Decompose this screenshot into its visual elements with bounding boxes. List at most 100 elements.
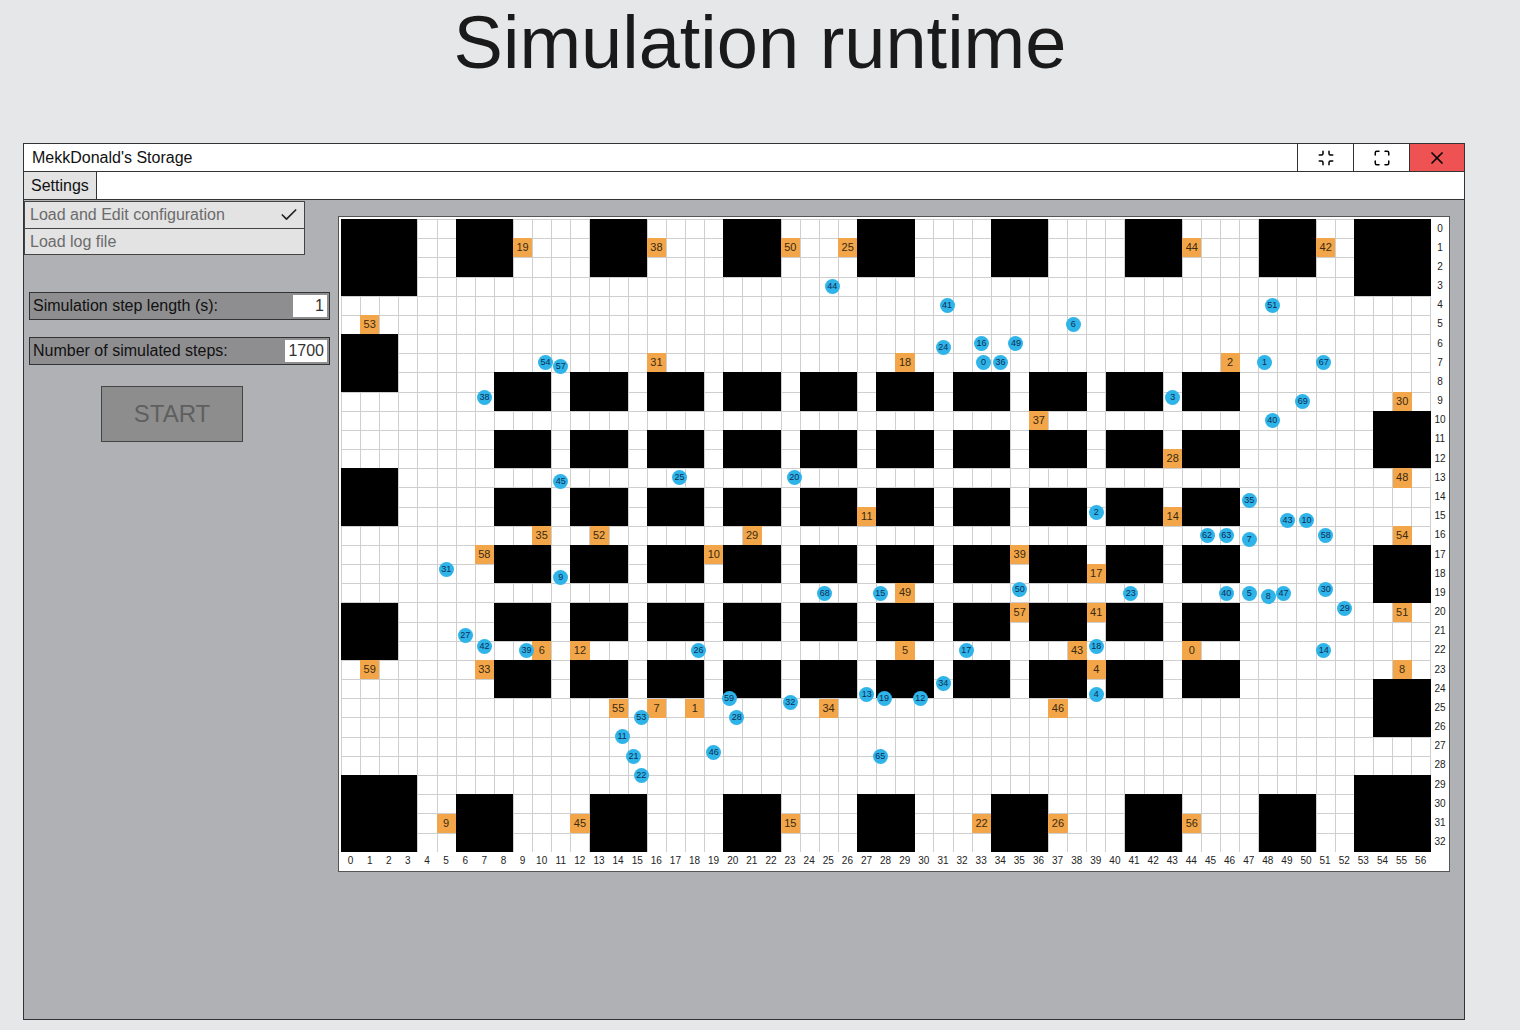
robot: 39 [519,643,534,658]
setting-field: Simulation step length (s):1 [29,292,330,320]
app-window: MekkDonald's StorageSettingsLoad and Edi… [23,143,1465,1020]
target-marker: 6 [532,641,551,660]
robot: 63 [1219,528,1234,543]
title-bar: MekkDonald's Storage [24,144,1464,172]
obstacle [1106,545,1163,583]
obstacle [991,794,1048,852]
target-marker: 4 [1087,660,1106,679]
obstacle [1125,794,1182,852]
target-marker: 7 [647,699,666,718]
obstacle [1106,660,1163,698]
target-marker: 46 [1048,699,1067,718]
obstacle [590,794,647,852]
robot: 44 [825,279,840,294]
settings-menu[interactable]: Settings [24,172,97,199]
dropdown-item[interactable]: Load and Edit configuration [25,202,304,228]
robot: 14 [1316,643,1331,658]
target-marker: 18 [895,353,914,372]
robot: 10 [1299,513,1314,528]
start-button[interactable]: START [101,386,243,442]
target-marker: 11 [857,507,876,526]
target-marker: 25 [838,238,857,257]
setting-input[interactable]: 1700 [285,340,327,362]
robot: 24 [936,340,951,355]
setting-input[interactable]: 1 [293,295,327,317]
robot: 18 [1089,639,1104,654]
close-icon [1427,148,1447,168]
robot: 32 [783,695,798,710]
obstacle [341,334,398,392]
minimize-button[interactable] [1297,144,1353,171]
target-marker: 19 [513,238,532,257]
obstacle [1182,488,1239,526]
obstacle [341,219,417,296]
robot: 17 [959,643,974,658]
target-marker: 14 [1163,507,1182,526]
obstacle [1373,679,1430,737]
robot: 1 [1257,355,1272,370]
target-marker: 17 [1087,564,1106,583]
target-marker: 9 [437,814,456,833]
robot: 35 [1242,493,1257,508]
robot: 43 [1280,513,1295,528]
obstacle [570,488,627,526]
robot: 29 [1337,601,1352,616]
obstacle [1182,430,1239,468]
robot: 26 [691,643,706,658]
robot: 69 [1295,394,1310,409]
obstacle [1259,219,1316,277]
target-marker: 59 [360,660,379,679]
robot: 2 [1089,505,1104,520]
obstacle [1106,372,1163,410]
obstacle [876,372,933,410]
obstacle [953,545,1010,583]
settings-dropdown: Load and Edit configurationLoad log file [24,201,305,255]
target-marker: 44 [1182,238,1201,257]
target-marker: 52 [590,526,609,545]
robot: 9 [553,570,568,585]
obstacle [570,430,627,468]
obstacle [647,603,704,641]
obstacle [341,775,417,852]
obstacle [1373,411,1430,469]
row-axis: 0123456789101112131415161718192021222324… [1431,219,1449,852]
dropdown-item[interactable]: Load log file [25,228,304,254]
target-marker: 48 [1393,468,1412,487]
obstacle [953,488,1010,526]
obstacle [953,603,1010,641]
obstacle [723,219,780,277]
obstacle [876,603,933,641]
obstacle [723,488,780,526]
target-marker: 37 [1029,411,1048,430]
target-marker: 49 [895,583,914,602]
target-marker: 26 [1048,814,1067,833]
obstacle [647,660,704,698]
obstacle [570,603,627,641]
obstacle [800,430,857,468]
robot: 5 [1242,586,1257,601]
obstacle [647,430,704,468]
target-marker: 10 [704,545,723,564]
robot: 3 [1165,390,1180,405]
target-marker: 30 [1393,392,1412,411]
robot: 46 [706,745,721,760]
robot: 28 [729,710,744,725]
robot: 22 [634,768,649,783]
target-marker: 33 [475,660,494,679]
obstacle [723,372,780,410]
obstacle [800,603,857,641]
close-button[interactable] [1409,144,1464,171]
obstacle [1029,372,1086,410]
target-marker: 51 [1393,603,1412,622]
obstacle [494,372,551,410]
target-marker: 15 [781,814,800,833]
obstacle [647,545,704,583]
obstacle [800,545,857,583]
page: Simulation runtimeMekkDonald's StorageSe… [0,0,1520,1030]
maximize-button[interactable] [1353,144,1409,171]
obstacle [494,430,551,468]
obstacle [1125,219,1182,277]
target-marker: 56 [1182,814,1201,833]
robot: 8 [1261,589,1276,604]
obstacle [1182,372,1239,410]
